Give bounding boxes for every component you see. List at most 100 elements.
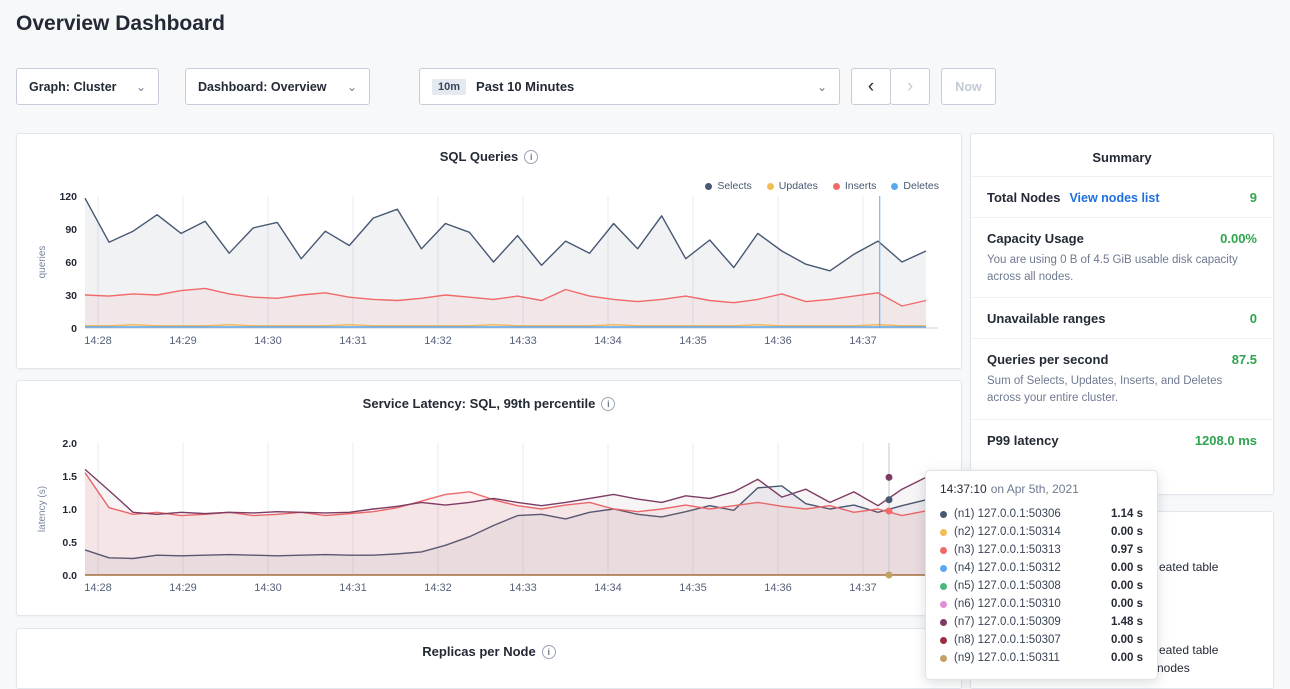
chevron-down-icon: ⌄ — [817, 80, 827, 94]
replicas-per-node-card: Replicas per Node i — [16, 628, 962, 689]
node-latency-value: 1.48 s — [1111, 616, 1143, 628]
tooltip-date: on Apr 5th, 2021 — [991, 482, 1079, 496]
chevron-down-icon: ⌄ — [347, 80, 357, 94]
svg-text:14:36: 14:36 — [764, 582, 792, 594]
event-item-fragment[interactable]: nodes — [1157, 661, 1190, 675]
qps-value: 87.5 — [1232, 352, 1257, 367]
tooltip-node-row: (n1) 127.0.0.1:503061.14 s — [940, 505, 1143, 523]
legend-dot-icon — [767, 183, 774, 190]
node-latency-value: 0.00 s — [1111, 580, 1143, 592]
node-color-dot-icon — [940, 565, 947, 572]
view-nodes-list-link[interactable]: View nodes list — [1069, 191, 1159, 205]
svg-text:14:36: 14:36 — [764, 335, 792, 347]
graph-dropdown-label: Graph: Cluster — [29, 80, 117, 94]
event-item-fragment[interactable]: eated table — [1159, 560, 1218, 574]
svg-text:120: 120 — [59, 191, 77, 203]
node-latency-value: 0.00 s — [1111, 562, 1143, 574]
svg-text:14:32: 14:32 — [424, 582, 452, 594]
summary-panel: Summary Total Nodes View nodes list 9 Ca… — [970, 133, 1274, 495]
capacity-description: You are using 0 B of 4.5 GiB usable disk… — [987, 252, 1257, 285]
svg-text:14:29: 14:29 — [169, 335, 197, 347]
svg-text:queries: queries — [37, 246, 48, 279]
svg-text:0: 0 — [71, 323, 77, 335]
node-latency-value: 0.00 s — [1111, 652, 1143, 664]
service-latency-title: Service Latency: SQL, 99th percentile i — [17, 396, 961, 411]
svg-text:14:37: 14:37 — [849, 335, 877, 347]
sql-queries-title: SQL Queries i — [17, 149, 961, 164]
page-title: Overview Dashboard — [16, 12, 225, 36]
tooltip-node-row: (n6) 127.0.0.1:503100.00 s — [940, 595, 1143, 613]
chevron-down-icon: ⌄ — [136, 80, 146, 94]
capacity-value: 0.00% — [1220, 231, 1257, 246]
svg-text:14:34: 14:34 — [594, 335, 622, 347]
dashboard-dropdown-label: Dashboard: Overview — [198, 80, 327, 94]
time-range-badge: 10m — [432, 79, 466, 95]
node-color-dot-icon — [940, 655, 947, 662]
chart-hover-tooltip: 14:37:10 on Apr 5th, 2021 (n1) 127.0.0.1:… — [925, 470, 1158, 680]
time-next-button[interactable]: › — [890, 68, 930, 105]
time-prev-button[interactable]: ‹ — [851, 68, 891, 105]
summary-row-p99-latency: P99 latency 1208.0 ms — [971, 419, 1273, 460]
event-item-fragment[interactable]: eated table — [1159, 643, 1218, 657]
svg-text:latency (s): latency (s) — [37, 486, 48, 532]
node-color-dot-icon — [940, 547, 947, 554]
unavailable-ranges-label: Unavailable ranges — [987, 311, 1106, 326]
node-latency-value: 1.14 s — [1111, 508, 1143, 520]
summary-row-capacity: Capacity Usage 0.00% You are using 0 B o… — [971, 217, 1273, 297]
info-icon[interactable]: i — [601, 397, 615, 411]
chart-title-text: Replicas per Node — [422, 644, 535, 659]
node-color-dot-icon — [940, 511, 947, 518]
svg-text:14:33: 14:33 — [509, 335, 537, 347]
sql-queries-card: SQL Queries i SelectsUpdatesInsertsDelet… — [16, 133, 962, 369]
total-nodes-label: Total Nodes — [987, 190, 1060, 205]
now-button[interactable]: Now — [941, 68, 996, 105]
svg-text:2.0: 2.0 — [62, 438, 77, 450]
svg-text:14:33: 14:33 — [509, 582, 537, 594]
legend-dot-icon — [705, 183, 712, 190]
svg-text:0.5: 0.5 — [62, 537, 77, 549]
info-icon[interactable]: i — [542, 645, 556, 659]
tooltip-time: 14:37:10 — [940, 482, 987, 496]
time-range-label: Past 10 Minutes — [476, 79, 574, 94]
node-latency-value: 0.97 s — [1111, 544, 1143, 556]
svg-text:60: 60 — [65, 257, 77, 269]
node-color-dot-icon — [940, 583, 947, 590]
sql-queries-chart[interactable]: 14:2814:2914:3014:3114:3214:3314:3414:35… — [33, 190, 947, 350]
svg-text:14:35: 14:35 — [679, 582, 707, 594]
svg-text:14:30: 14:30 — [254, 582, 282, 594]
tooltip-rows: (n1) 127.0.0.1:503061.14 s (n2) 127.0.0.1… — [940, 505, 1143, 667]
svg-text:14:35: 14:35 — [679, 335, 707, 347]
legend-dot-icon — [891, 183, 898, 190]
svg-text:14:30: 14:30 — [254, 335, 282, 347]
node-color-dot-icon — [940, 601, 947, 608]
node-color-dot-icon — [940, 637, 947, 644]
node-address: (n7) 127.0.0.1:50309 — [954, 616, 1061, 628]
svg-text:14:31: 14:31 — [339, 335, 367, 347]
node-address: (n6) 127.0.0.1:50310 — [954, 598, 1061, 610]
qps-label: Queries per second — [987, 352, 1108, 367]
dashboard-dropdown[interactable]: Dashboard: Overview ⌄ — [185, 68, 370, 105]
tooltip-node-row: (n9) 127.0.0.1:503110.00 s — [940, 649, 1143, 667]
summary-row-total-nodes: Total Nodes View nodes list 9 — [971, 176, 1273, 217]
node-latency-value: 0.00 s — [1111, 526, 1143, 538]
summary-title: Summary — [971, 134, 1273, 176]
tooltip-node-row: (n5) 127.0.0.1:503080.00 s — [940, 577, 1143, 595]
node-address: (n2) 127.0.0.1:50314 — [954, 526, 1061, 538]
replicas-title: Replicas per Node i — [17, 644, 961, 659]
chart-title-text: Service Latency: SQL, 99th percentile — [363, 396, 596, 411]
node-color-dot-icon — [940, 619, 947, 626]
summary-row-qps: Queries per second 87.5 Sum of Selects, … — [971, 338, 1273, 418]
time-range-selector[interactable]: 10m Past 10 Minutes ⌄ — [419, 68, 840, 105]
summary-row-unavailable-ranges: Unavailable ranges 0 — [971, 297, 1273, 338]
info-icon[interactable]: i — [524, 150, 538, 164]
tooltip-node-row: (n3) 127.0.0.1:503130.97 s — [940, 541, 1143, 559]
node-address: (n8) 127.0.0.1:50307 — [954, 634, 1061, 646]
svg-text:14:34: 14:34 — [594, 582, 622, 594]
graph-dropdown[interactable]: Graph: Cluster ⌄ — [16, 68, 159, 105]
total-nodes-value: 9 — [1250, 190, 1257, 205]
service-latency-chart[interactable]: 14:2814:2914:3014:3114:3214:3314:3414:35… — [33, 437, 947, 597]
svg-text:14:29: 14:29 — [169, 582, 197, 594]
node-latency-value: 0.00 s — [1111, 634, 1143, 646]
svg-text:1.5: 1.5 — [62, 471, 77, 483]
svg-text:14:31: 14:31 — [339, 582, 367, 594]
